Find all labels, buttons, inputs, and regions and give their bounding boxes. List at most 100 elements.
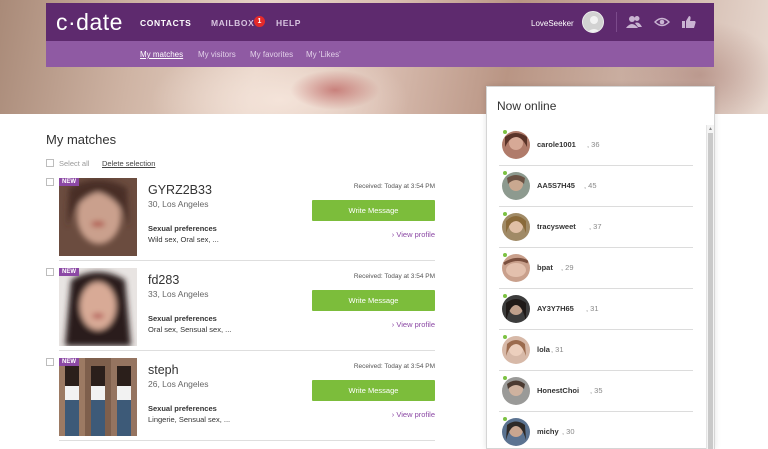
eye-icon[interactable] (654, 15, 670, 29)
select-all-checkbox[interactable] (46, 159, 54, 167)
match-row: NEW GYRZ2B33 30, Los Angeles Sexual pref… (46, 178, 436, 264)
preferences-list: Wild sex, Oral sex, ... (148, 235, 219, 244)
online-user-avatar[interactable] (502, 172, 530, 200)
new-badge: NEW (59, 358, 79, 366)
online-status-icon (502, 170, 508, 176)
online-status-icon (502, 129, 508, 135)
received-time: Received: Today at 3:54 PM (353, 183, 435, 190)
online-user-avatar[interactable] (502, 377, 530, 405)
match-photo[interactable]: NEW (59, 268, 137, 346)
preferences-heading: Sexual preferences (148, 404, 217, 413)
now-online-panel: Now online ▲ carole1001 , 36 AA5S7H45 , … (486, 86, 715, 449)
sub-navigation-bar: My matches My visitors My favorites My '… (46, 41, 714, 67)
match-name[interactable]: steph (148, 363, 179, 377)
online-user[interactable]: AA5S7H45 , 45 (499, 166, 693, 207)
match-photo[interactable]: NEW (59, 358, 137, 436)
match-checkbox[interactable] (46, 178, 54, 186)
subnav-my-likes[interactable]: My 'Likes' (306, 50, 341, 59)
online-user[interactable]: lola , 31 (499, 330, 693, 371)
online-status-icon (502, 334, 508, 340)
online-username[interactable]: AY3Y7H65 (537, 304, 574, 313)
row-divider (59, 350, 435, 351)
online-user[interactable]: michy , 30 (499, 412, 693, 449)
preferences-list: Oral sex, Sensual sex, ... (148, 325, 232, 334)
online-user-avatar[interactable] (502, 131, 530, 159)
online-status-icon (502, 211, 508, 217)
match-checkbox[interactable] (46, 268, 54, 276)
online-username[interactable]: bpat (537, 263, 553, 272)
header-divider (616, 12, 617, 32)
top-navigation-bar: c·date CONTACTS MAILBOX 1 HELP LoveSeeke… (46, 3, 714, 41)
online-status-icon (502, 293, 508, 299)
preferences-heading: Sexual preferences (148, 314, 217, 323)
online-username[interactable]: carole1001 (537, 140, 576, 149)
match-checkbox[interactable] (46, 358, 54, 366)
online-status-icon (502, 375, 508, 381)
online-user[interactable]: HonestChoi , 35 (499, 371, 693, 412)
write-message-button[interactable]: Write Message (312, 380, 435, 401)
online-user[interactable]: bpat , 29 (499, 248, 693, 289)
match-age-location: 33, Los Angeles (148, 289, 209, 299)
online-status-icon (502, 416, 508, 422)
new-badge: NEW (59, 178, 79, 186)
view-profile-link[interactable]: › View profile (390, 320, 435, 329)
match-name[interactable]: fd283 (148, 273, 179, 287)
online-user-avatar[interactable] (502, 254, 530, 282)
received-time: Received: Today at 3:54 PM (353, 363, 435, 370)
scrollbar-thumb[interactable] (708, 133, 713, 449)
subnav-my-favorites[interactable]: My favorites (250, 50, 293, 59)
match-age-location: 30, Los Angeles (148, 199, 209, 209)
subnav-my-visitors[interactable]: My visitors (198, 50, 236, 59)
online-age: , 31 (551, 345, 564, 354)
online-user-avatar[interactable] (502, 336, 530, 364)
match-row: NEW fd283 33, Los Angeles Sexual prefere… (46, 268, 436, 354)
online-age: , 30 (562, 427, 575, 436)
now-online-title: Now online (497, 99, 557, 113)
online-user-avatar[interactable] (502, 418, 530, 446)
nav-mailbox[interactable]: MAILBOX (211, 18, 254, 28)
write-message-button[interactable]: Write Message (312, 200, 435, 221)
nav-contacts[interactable]: CONTACTS (140, 18, 191, 28)
logo[interactable]: c·date (56, 9, 123, 36)
online-username[interactable]: AA5S7H45 (537, 181, 575, 190)
online-user-avatar[interactable] (502, 295, 530, 323)
contacts-icon[interactable] (626, 15, 642, 29)
preferences-heading: Sexual preferences (148, 224, 217, 233)
page-title: My matches (46, 132, 117, 147)
online-age: , 31 (586, 304, 599, 313)
online-status-icon (502, 252, 508, 258)
online-username[interactable]: lola (537, 345, 550, 354)
user-avatar[interactable] (582, 11, 604, 33)
online-age: , 35 (590, 386, 603, 395)
write-message-button[interactable]: Write Message (312, 290, 435, 311)
delete-selection-link[interactable]: Delete selection (102, 159, 155, 168)
online-age: , 37 (589, 222, 602, 231)
subnav-my-matches[interactable]: My matches (140, 50, 183, 59)
row-divider (59, 440, 435, 441)
view-profile-link[interactable]: › View profile (390, 410, 435, 419)
match-name[interactable]: GYRZ2B33 (148, 183, 212, 197)
online-user[interactable]: AY3Y7H65 , 31 (499, 289, 693, 330)
match-photo[interactable]: NEW (59, 178, 137, 256)
preferences-list: Lingerie, Sensual sex, ... (148, 415, 231, 424)
username[interactable]: LoveSeeker (531, 19, 574, 28)
new-badge: NEW (59, 268, 79, 276)
match-row: NEW steph 26, Los Angeles Sexual prefere… (46, 358, 436, 444)
online-username[interactable]: michy (537, 427, 559, 436)
online-user[interactable]: carole1001 , 36 (499, 125, 693, 166)
row-divider (59, 260, 435, 261)
thumbs-up-icon[interactable] (681, 15, 697, 29)
online-username[interactable]: tracysweet (537, 222, 576, 231)
online-username[interactable]: HonestChoi (537, 386, 579, 395)
online-age: , 36 (587, 140, 600, 149)
scroll-up-icon[interactable]: ▲ (708, 126, 713, 132)
hero-accent (290, 70, 380, 110)
online-user-avatar[interactable] (502, 213, 530, 241)
online-user[interactable]: tracysweet , 37 (499, 207, 693, 248)
received-time: Received: Today at 3:54 PM (353, 273, 435, 280)
select-all-label[interactable]: Select all (59, 159, 89, 168)
view-profile-link[interactable]: › View profile (390, 230, 435, 239)
scrollbar[interactable]: ▲ (706, 125, 714, 449)
online-age: , 29 (561, 263, 574, 272)
nav-help[interactable]: HELP (276, 18, 301, 28)
